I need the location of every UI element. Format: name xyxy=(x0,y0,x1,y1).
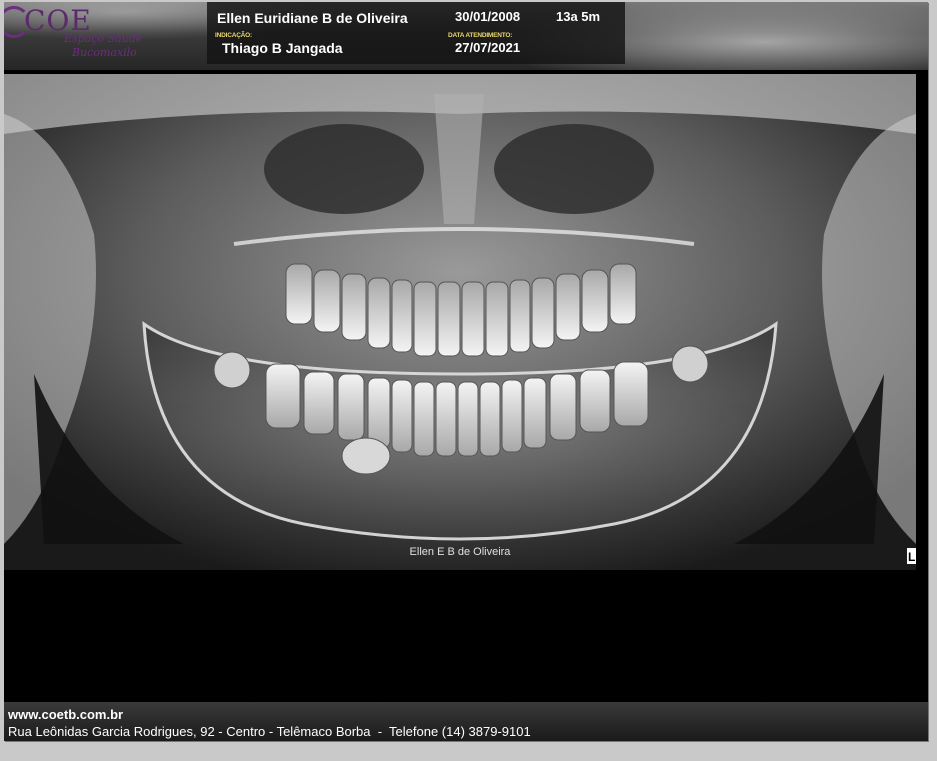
report-header: COE Espaço Saude Bucomaxilo Ellen Euridi… xyxy=(4,2,928,70)
patient-age: 13a 5m xyxy=(556,9,601,24)
report-footer: www.coetb.com.br Rua Leônidas Garcia Rod… xyxy=(4,702,928,741)
visit-date: 27/07/2021 xyxy=(455,40,521,55)
logo-tagline-2: Bucomaxilo xyxy=(72,46,137,59)
xray-caption: Ellen E B de Oliveira xyxy=(410,546,512,558)
referral-label: INDICAÇÃO: xyxy=(215,32,252,39)
clinic-website: www.coetb.com.br xyxy=(8,707,124,722)
panoramic-xray: Ellen E B de Oliveira L xyxy=(4,74,916,570)
logo-tagline-1: Espaço Saude xyxy=(64,32,143,45)
report-sheet: COE Espaço Saude Bucomaxilo Ellen Euridi… xyxy=(4,2,928,741)
clinic-address: Rua Leônidas Garcia Rodrigues, 92 - Cent… xyxy=(8,724,531,739)
clinic-logo: COE Espaço Saude Bucomaxilo xyxy=(4,2,164,66)
side-marker: L xyxy=(908,550,915,564)
patient-name: Ellen Euridiane B de Oliveira xyxy=(217,10,408,26)
xray-image: Ellen E B de Oliveira L xyxy=(4,74,916,570)
birth-date: 30/01/2008 xyxy=(455,9,521,24)
patient-info-panel: Ellen Euridiane B de Oliveira 30/01/2008… xyxy=(207,2,625,64)
visit-date-label: DATA ATENDIMENTO: xyxy=(448,32,513,39)
referring-doctor: Thiago B Jangada xyxy=(222,40,343,56)
